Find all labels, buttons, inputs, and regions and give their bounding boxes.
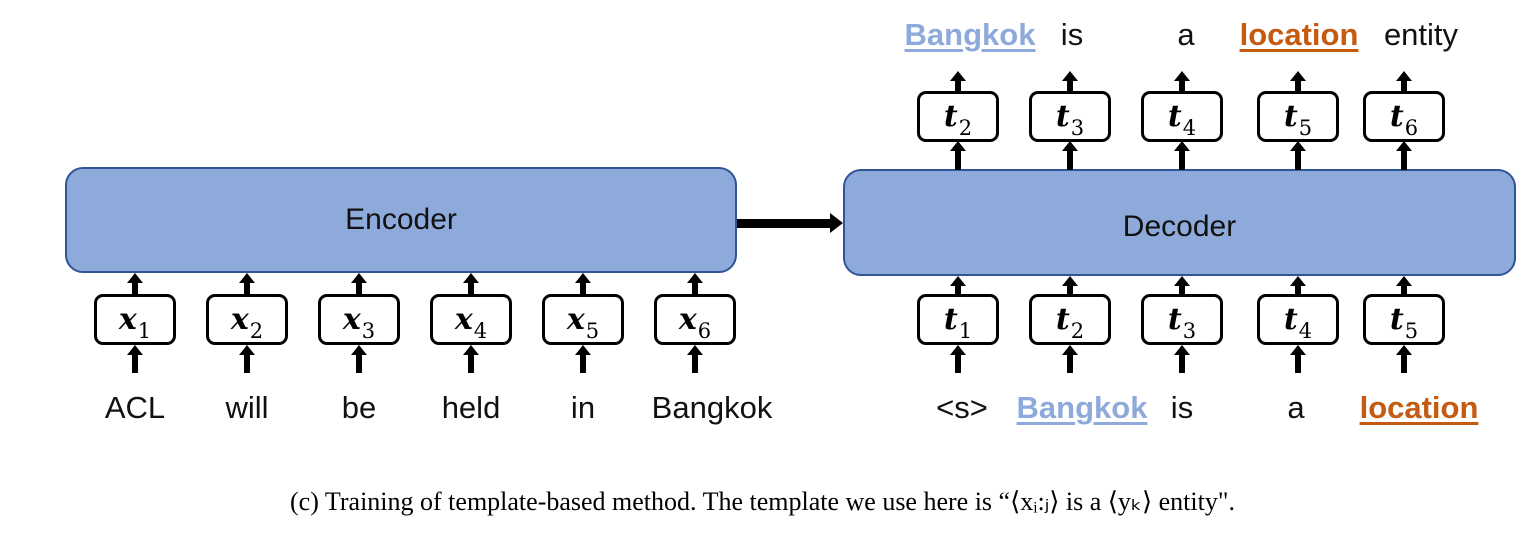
decoder-output-token-box: t3 <box>1029 91 1111 142</box>
decoder-input-token-box: t3 <box>1141 294 1223 345</box>
token-symbol: x1 <box>118 302 152 343</box>
token-symbol: t6 <box>1389 99 1419 140</box>
decoder-input-word: location <box>1359 390 1479 425</box>
encoder-input-word: will <box>225 390 269 425</box>
token-subscript: 2 <box>958 116 973 140</box>
decoder-output-token-box: t2 <box>917 91 999 142</box>
token-subscript: 3 <box>1070 116 1085 140</box>
token-subscript: 6 <box>1404 116 1419 140</box>
token-symbol: x4 <box>454 302 488 343</box>
token-subscript: 5 <box>1404 319 1419 343</box>
encoder-input-word: Bangkok <box>651 390 773 425</box>
decoder-block: Decoder <box>843 169 1516 276</box>
decoder-label: Decoder <box>1122 209 1237 243</box>
decoder-input-token-box: t5 <box>1363 294 1445 345</box>
encoder-to-decoder-arrow <box>737 219 833 228</box>
encoder-input-word: ACL <box>104 390 166 425</box>
token-symbol: t3 <box>1167 302 1197 343</box>
encoder-token-box: x3 <box>318 294 400 345</box>
decoder-output-word: a <box>1177 17 1195 52</box>
encoder-token-box: x2 <box>206 294 288 345</box>
token-subscript: 4 <box>1298 319 1313 343</box>
token-subscript: 2 <box>1070 319 1085 343</box>
token-symbol: t1 <box>943 302 973 343</box>
token-subscript: 6 <box>697 319 712 343</box>
encoder-input-word: held <box>441 390 501 425</box>
token-symbol: t3 <box>1055 99 1085 140</box>
token-symbol: t2 <box>1055 302 1085 343</box>
token-symbol: t2 <box>943 99 973 140</box>
encoder-token-box: x5 <box>542 294 624 345</box>
token-subscript: 4 <box>473 319 488 343</box>
token-symbol: t5 <box>1283 99 1313 140</box>
token-symbol: x2 <box>230 302 264 343</box>
decoder-output-token-box: t6 <box>1363 91 1445 142</box>
token-subscript: 4 <box>1182 116 1197 140</box>
figure-caption: (c) Training of template-based method. T… <box>290 487 1235 516</box>
decoder-output-word: entity <box>1383 17 1459 52</box>
token-subscript: 3 <box>1182 319 1197 343</box>
decoder-input-word: <s> <box>936 390 988 425</box>
decoder-input-word: a <box>1287 390 1305 425</box>
decoder-output-word: location <box>1239 17 1359 52</box>
token-subscript: 5 <box>585 319 600 343</box>
token-symbol: t4 <box>1167 99 1197 140</box>
token-symbol: t5 <box>1389 302 1419 343</box>
encoder-token-box: x1 <box>94 294 176 345</box>
token-subscript: 2 <box>249 319 264 343</box>
token-subscript: 1 <box>958 319 973 343</box>
token-symbol: x5 <box>566 302 600 343</box>
encoder-to-decoder-arrowhead <box>830 213 843 233</box>
decoder-input-word: is <box>1170 390 1194 425</box>
decoder-input-token-box: t4 <box>1257 294 1339 345</box>
decoder-input-token-box: t2 <box>1029 294 1111 345</box>
decoder-output-token-box: t4 <box>1141 91 1223 142</box>
decoder-input-word: Bangkok <box>1016 390 1148 425</box>
token-symbol: x3 <box>342 302 376 343</box>
token-subscript: 3 <box>361 319 376 343</box>
token-symbol: x6 <box>678 302 712 343</box>
token-subscript: 5 <box>1298 116 1313 140</box>
token-symbol: t4 <box>1283 302 1313 343</box>
decoder-input-token-box: t1 <box>917 294 999 345</box>
encoder-input-word: in <box>570 390 596 425</box>
decoder-output-word: Bangkok <box>904 17 1036 52</box>
encoder-block: Encoder <box>65 167 737 273</box>
encoder-token-box: x4 <box>430 294 512 345</box>
encoder-label: Encoder <box>345 203 457 236</box>
encoder-token-box: x6 <box>654 294 736 345</box>
encoder-input-word: be <box>341 390 377 425</box>
decoder-output-word: is <box>1060 17 1084 52</box>
decoder-output-token-box: t5 <box>1257 91 1339 142</box>
token-subscript: 1 <box>137 319 152 343</box>
